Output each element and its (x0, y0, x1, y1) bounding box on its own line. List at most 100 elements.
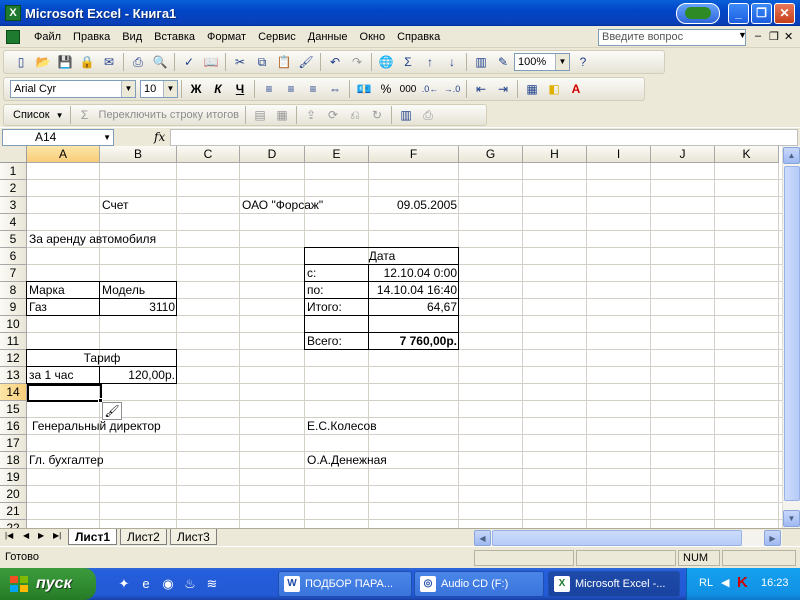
align-right-icon[interactable]: ≡ (304, 80, 322, 98)
refresh-list-icon[interactable]: ↻ (368, 106, 386, 124)
cell-f8[interactable]: 14.10.04 16:40 (369, 282, 459, 299)
research-icon[interactable]: 📖 (202, 53, 220, 71)
row-header-6[interactable]: 6 (0, 248, 27, 265)
copy-icon[interactable]: ⧉ (253, 53, 271, 71)
prev-sheet-icon[interactable]: ◀ (23, 531, 29, 540)
row-header-1[interactable]: 1 (0, 163, 27, 180)
autosum-icon[interactable]: Σ (399, 53, 417, 71)
help-icon[interactable]: ? (574, 53, 592, 71)
help-dropdown-icon[interactable]: ▼ (738, 30, 747, 40)
chevron-down-icon[interactable]: ▼ (555, 54, 569, 70)
antivirus-icon[interactable]: K (737, 574, 748, 591)
sort-ascending-icon[interactable]: ↑ (421, 53, 439, 71)
sync-list-icon[interactable]: ⟳ (324, 106, 342, 124)
cell-e6[interactable]: Дата (305, 248, 459, 265)
drawing-icon[interactable]: ✎ (494, 53, 512, 71)
excel-app-icon[interactable]: X (5, 5, 21, 21)
row-header-21[interactable]: 21 (0, 503, 27, 520)
tab-sheet1[interactable]: Лист1 (68, 529, 118, 545)
column-header-g[interactable]: G (459, 146, 523, 163)
toggle-total-row-button[interactable]: Переключить строку итогов (96, 109, 243, 121)
currency-icon[interactable]: 💶 (355, 80, 373, 98)
row-header-16[interactable]: 16 (0, 418, 27, 435)
cell-e8[interactable]: по: (305, 282, 369, 299)
tray-arrow-icon[interactable]: ◀ (721, 576, 729, 589)
align-center-icon[interactable]: ≡ (282, 80, 300, 98)
menu-view[interactable]: Вид (116, 31, 148, 43)
borders-icon[interactable]: ▦ (523, 80, 541, 98)
thousands-button[interactable]: 000 (399, 80, 417, 98)
spreadsheet-grid[interactable]: A B C D E F G H I J K 1 2 3 4 5 6 7 8 9 10 11 12 13 14 15 16 17 18 19… (0, 146, 782, 528)
chevron-down-icon[interactable]: ▼ (103, 130, 111, 145)
print-list-icon[interactable]: ⎙ (419, 106, 437, 124)
zoom-select[interactable]: 100% ▼ (514, 53, 570, 71)
column-header-c[interactable]: C (177, 146, 240, 163)
quicklaunch-ie-icon[interactable]: e (138, 576, 154, 592)
quicklaunch-app-icon[interactable]: ♨ (182, 576, 198, 592)
list-chart-icon[interactable]: ▥ (397, 106, 415, 124)
active-cell-a14[interactable] (27, 384, 102, 402)
cell-a9[interactable]: Газ (27, 299, 100, 316)
permission-icon[interactable]: 🔒 (78, 53, 96, 71)
row-header-13[interactable]: 13 (0, 367, 27, 384)
column-header-i[interactable]: I (587, 146, 651, 163)
menu-data[interactable]: Данные (302, 31, 354, 43)
document-icon[interactable] (6, 29, 20, 44)
sort-descending-icon[interactable]: ↓ (443, 53, 461, 71)
cell-b3[interactable]: Счет (100, 197, 177, 214)
menu-tools[interactable]: Сервис (252, 31, 302, 43)
name-box[interactable]: A14 ▼ (2, 129, 114, 146)
maximize-button[interactable]: ❐ (751, 2, 772, 24)
column-header-a[interactable]: A (27, 146, 100, 163)
underline-button[interactable]: Ч (231, 80, 249, 98)
cell-a13[interactable]: за 1 час (27, 367, 100, 384)
list-properties-icon[interactable]: ▦ (273, 106, 291, 124)
cell-e16[interactable]: Е.С.Колесов (305, 418, 459, 435)
cell-a8[interactable]: Марка (27, 282, 100, 299)
row-header-18[interactable]: 18 (0, 452, 27, 469)
email-icon[interactable]: ✉ (100, 53, 118, 71)
formula-input[interactable] (170, 129, 798, 146)
column-header-j[interactable]: J (651, 146, 715, 163)
print-icon[interactable]: ⎙ (129, 53, 147, 71)
column-header-k[interactable]: K (715, 146, 779, 163)
cell-b9[interactable]: 3110 (100, 299, 177, 316)
language-indicator[interactable]: RL (699, 577, 713, 589)
select-all-corner[interactable] (0, 146, 27, 163)
bold-button[interactable]: Ж (187, 80, 205, 98)
row-header-20[interactable]: 20 (0, 486, 27, 503)
cell-f11[interactable]: 7 760,00р. (369, 333, 459, 350)
help-question-input[interactable]: Введите вопрос (598, 29, 746, 46)
spelling-icon[interactable]: ✓ (180, 53, 198, 71)
sigma-icon[interactable]: Σ (76, 106, 94, 124)
italic-button[interactable]: К (209, 80, 227, 98)
row-header-14[interactable]: 14 (0, 384, 27, 401)
undo-icon[interactable]: ↶ (326, 53, 344, 71)
last-sheet-icon[interactable]: ▶| (53, 531, 61, 540)
menu-window[interactable]: Окно (354, 31, 392, 43)
percent-button[interactable]: % (377, 80, 395, 98)
column-header-b[interactable]: B (100, 146, 177, 163)
row-header-19[interactable]: 19 (0, 469, 27, 486)
cell-b8[interactable]: Модель (100, 282, 177, 299)
vertical-scrollbar[interactable]: ▲ ▼ (782, 146, 800, 528)
horizontal-scroll-thumb[interactable] (492, 530, 742, 546)
office-assistant-icon[interactable] (676, 2, 720, 24)
column-header-d[interactable]: D (240, 146, 305, 163)
new-document-icon[interactable]: ▯ (12, 53, 30, 71)
fill-color-icon[interactable]: ◧ (545, 80, 563, 98)
cell-f7[interactable]: 12.10.04 0:00 (369, 265, 459, 282)
row-header-22[interactable]: 22 (0, 520, 27, 528)
row-header-12[interactable]: 12 (0, 350, 27, 367)
row-header-10[interactable]: 10 (0, 316, 27, 333)
align-left-icon[interactable]: ≡ (260, 80, 278, 98)
print-preview-icon[interactable]: 🔍 (151, 53, 169, 71)
increase-decimal-icon[interactable]: .0← (421, 80, 439, 98)
format-painter-icon[interactable]: 🖌 (297, 53, 315, 71)
chevron-down-icon[interactable]: ▼ (163, 81, 177, 97)
doc-restore-icon[interactable]: ❐ (769, 30, 779, 43)
menu-format[interactable]: Формат (201, 31, 252, 43)
scroll-right-icon[interactable]: ▶ (764, 530, 781, 546)
row-header-11[interactable]: 11 (0, 333, 27, 350)
insert-function-button[interactable]: fx (154, 130, 165, 144)
